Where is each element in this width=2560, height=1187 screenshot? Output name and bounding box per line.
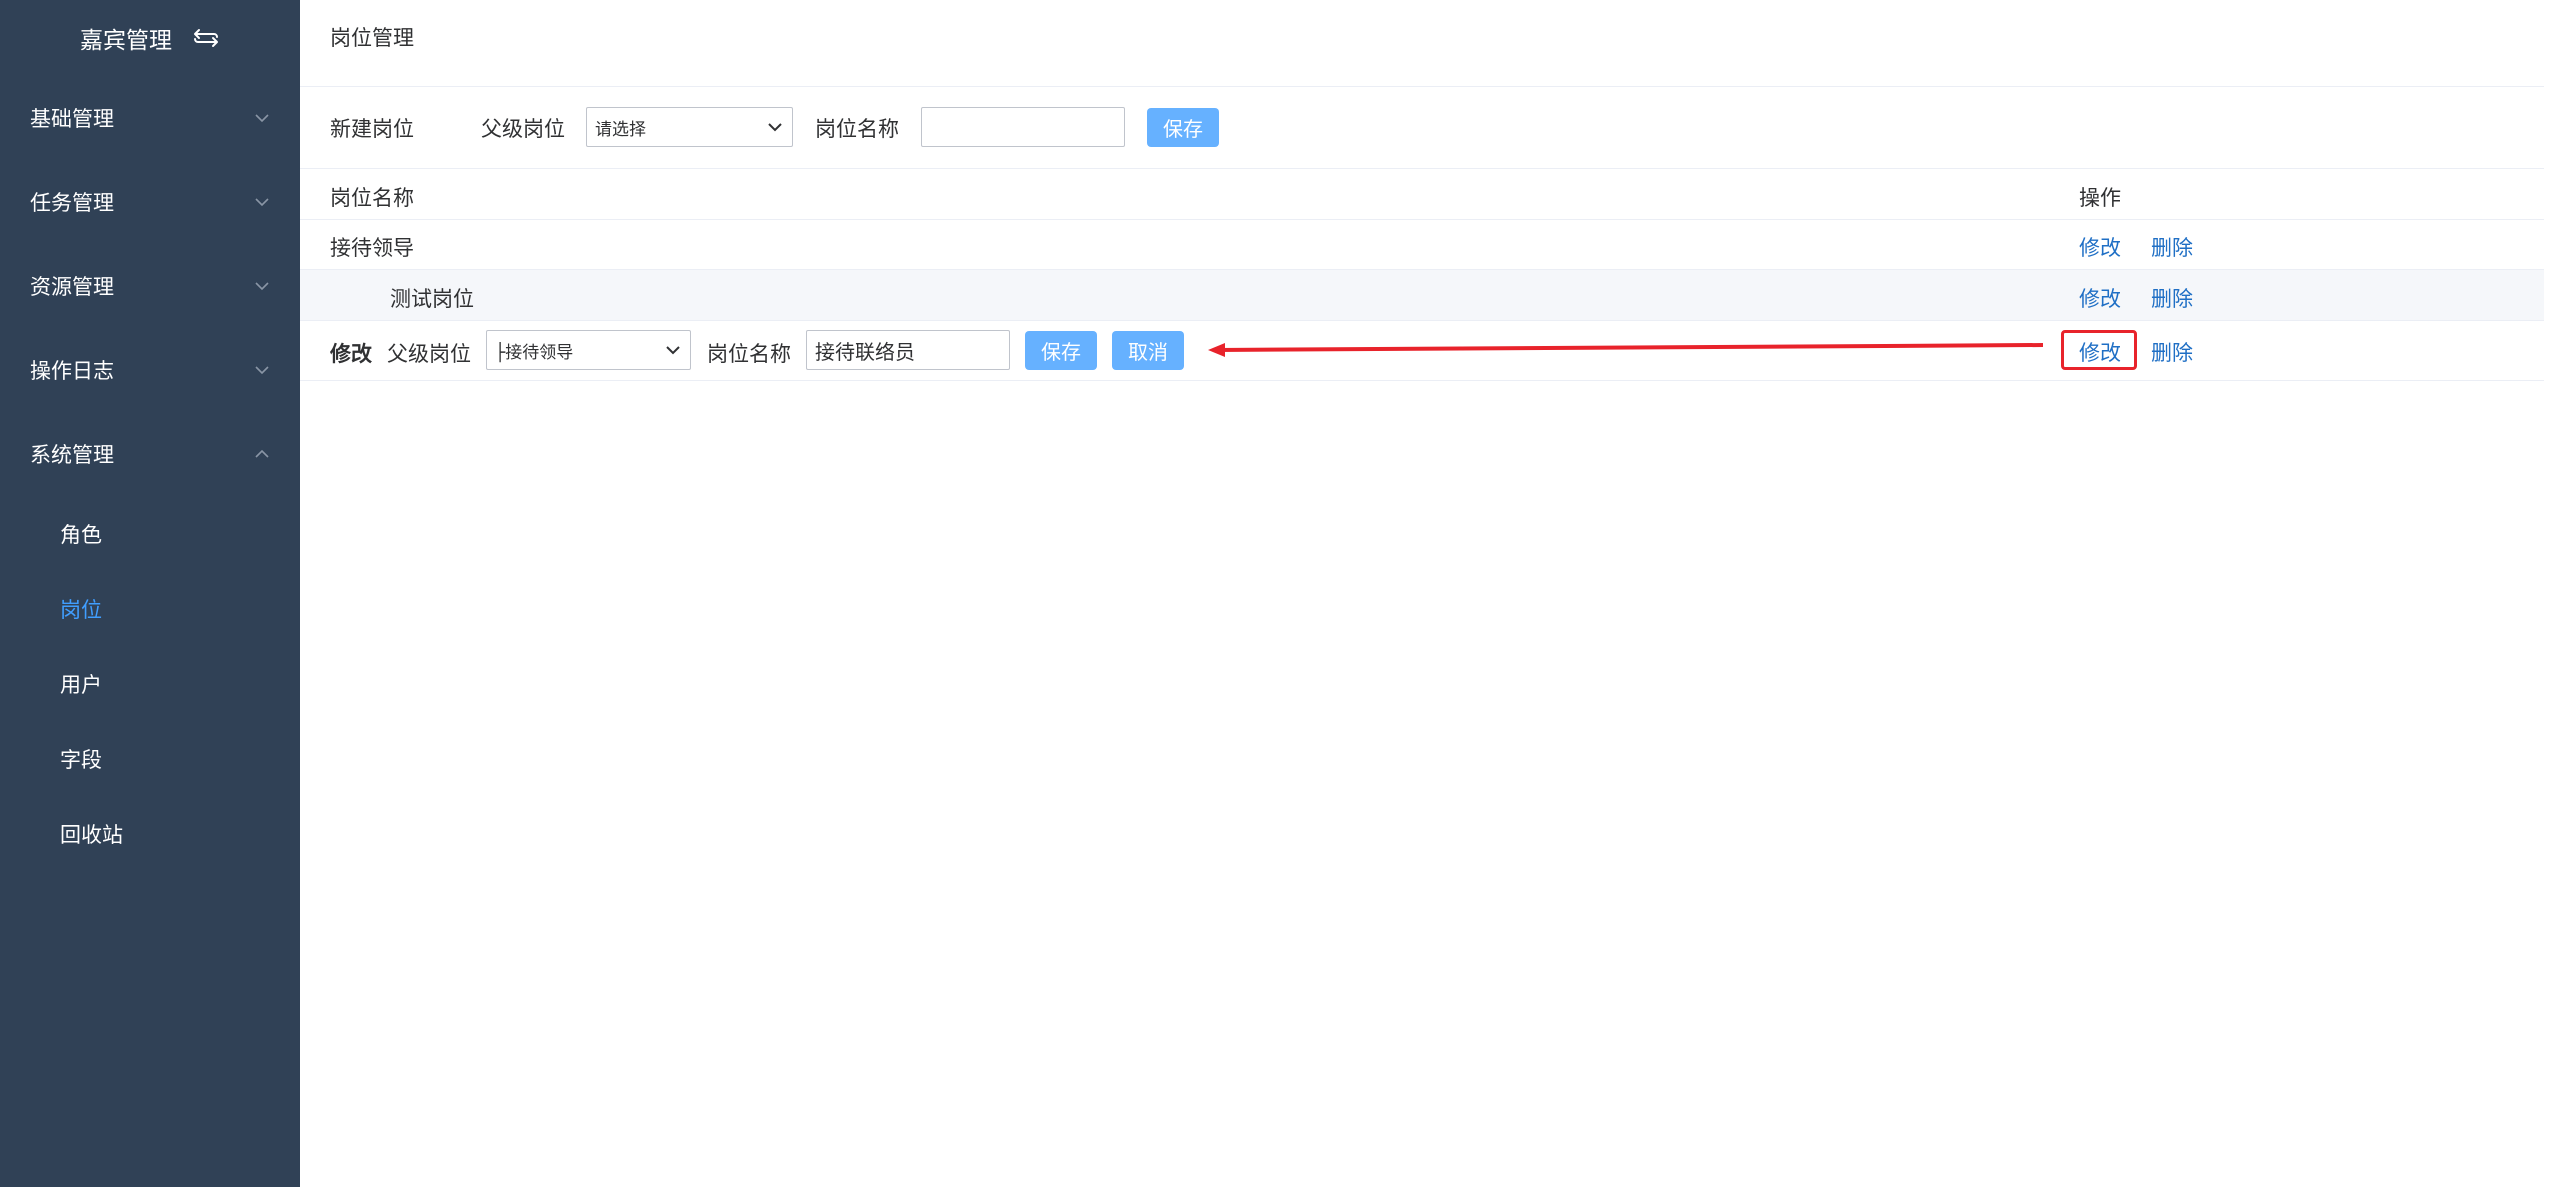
- column-header-name: 岗位名称: [330, 186, 414, 210]
- main-content: 岗位管理 新建岗位 父级岗位 请选择 岗位名称 保存 岗位名称 操作 接待领导 …: [300, 0, 2544, 1187]
- edit-name-input[interactable]: [806, 330, 1010, 370]
- sidebar-item-position[interactable]: 岗位: [0, 571, 300, 646]
- save-button-label: 保存: [1041, 340, 1081, 364]
- edit-cancel-button[interactable]: 取消: [1112, 331, 1184, 370]
- save-button-label: 保存: [1163, 117, 1203, 141]
- sub-item-label: 岗位: [60, 597, 102, 622]
- cancel-button-label: 取消: [1128, 340, 1168, 364]
- edit-parent-label: 父级岗位: [387, 342, 471, 366]
- menu-label: 系统管理: [30, 443, 114, 467]
- menu-log[interactable]: 操作日志: [0, 328, 300, 412]
- annotation-arrow-head: [1208, 343, 1225, 357]
- menu-task[interactable]: 任务管理: [0, 160, 300, 244]
- sub-item-label: 用户: [60, 672, 102, 697]
- divider: [300, 219, 2544, 220]
- sidebar-item-field[interactable]: 字段: [0, 721, 300, 796]
- menu-basic[interactable]: 基础管理: [0, 76, 300, 160]
- menu-label: 操作日志: [30, 359, 114, 383]
- menu-label: 基础管理: [30, 107, 114, 131]
- column-header-actions: 操作: [2079, 186, 2121, 210]
- edit-name-label: 岗位名称: [707, 342, 791, 366]
- chevron-down-icon: [254, 110, 270, 126]
- swap-arrows-icon[interactable]: [192, 26, 220, 50]
- table-row: [300, 270, 2544, 320]
- divider: [300, 168, 2544, 169]
- new-position-label: 新建岗位: [330, 117, 414, 141]
- select-value: ├接待领导: [495, 342, 574, 363]
- chevron-down-icon: [254, 278, 270, 294]
- divider: [300, 380, 2544, 381]
- chevron-down-icon: [254, 362, 270, 378]
- chevron-down-icon: [768, 121, 782, 133]
- edit-parent-select[interactable]: ├接待领导: [486, 330, 691, 370]
- divider: [300, 86, 2544, 87]
- delete-link[interactable]: 删除: [2151, 232, 2193, 262]
- edit-link[interactable]: 修改: [2079, 283, 2121, 313]
- save-button[interactable]: 保存: [1147, 108, 1219, 147]
- menu-label: 任务管理: [30, 191, 114, 215]
- sub-item-label: 回收站: [60, 822, 123, 847]
- delete-link[interactable]: 删除: [2151, 283, 2193, 313]
- edit-link[interactable]: 修改: [2079, 232, 2121, 262]
- sidebar-item-role[interactable]: 角色: [0, 496, 300, 571]
- page-title: 岗位管理: [330, 26, 414, 50]
- position-name-label: 岗位名称: [815, 117, 899, 141]
- select-value: 请选择: [595, 119, 646, 140]
- table-row-name: 测试岗位: [390, 287, 474, 311]
- sidebar-item-user[interactable]: 用户: [0, 646, 300, 721]
- menu-label: 资源管理: [30, 275, 114, 299]
- chevron-down-icon: [254, 194, 270, 210]
- table-row-name: 接待领导: [330, 236, 414, 260]
- chevron-down-icon: [666, 344, 680, 356]
- annotation-arrow-shaft: [1217, 343, 2043, 352]
- brand: 嘉宾管理: [0, 0, 300, 76]
- sub-item-label: 字段: [60, 747, 102, 772]
- menu-resource[interactable]: 资源管理: [0, 244, 300, 328]
- edit-row-label: 修改: [330, 342, 372, 366]
- chevron-up-icon: [254, 446, 270, 462]
- edit-save-button[interactable]: 保存: [1025, 331, 1097, 370]
- brand-title: 嘉宾管理: [80, 28, 172, 54]
- sub-item-label: 角色: [60, 522, 102, 547]
- sidebar-item-recycle[interactable]: 回收站: [0, 796, 300, 871]
- parent-position-select[interactable]: 请选择: [586, 107, 793, 147]
- menu-system[interactable]: 系统管理: [0, 412, 300, 496]
- parent-position-label: 父级岗位: [481, 117, 565, 141]
- delete-link[interactable]: 删除: [2151, 337, 2193, 367]
- divider: [300, 320, 2544, 321]
- sidebar: 嘉宾管理 基础管理 任务管理 资源管理 操作日志 系统管理 角色 岗位 用户 字…: [0, 0, 300, 1187]
- position-name-input[interactable]: [921, 107, 1125, 147]
- annotation-highlight-box: [2061, 330, 2137, 370]
